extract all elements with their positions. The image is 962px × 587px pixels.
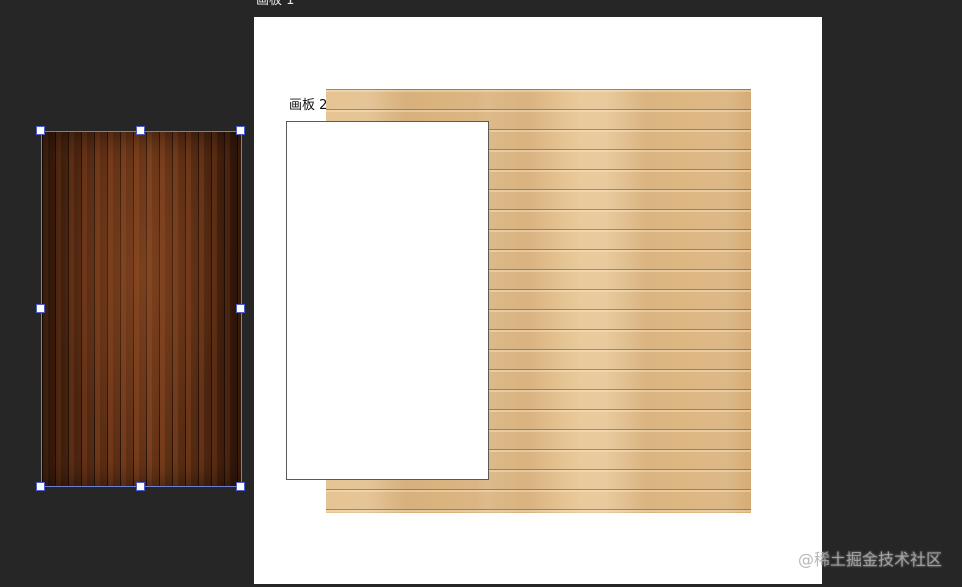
artboard-1-label[interactable]: 画板 1 [256,0,294,8]
resize-handle-bottom-left[interactable] [36,482,45,491]
resize-handle-top-left[interactable] [36,126,45,135]
resize-handle-bottom-center[interactable] [136,482,145,491]
artboard-2[interactable] [286,121,489,480]
resize-handle-bottom-right[interactable] [236,482,245,491]
watermark: @稀土掘金技术社区 [797,550,942,569]
dark-wood-image-layer[interactable] [42,132,241,486]
resize-handle-middle-right[interactable] [236,304,245,313]
resize-handle-middle-left[interactable] [36,304,45,313]
artboard-2-label[interactable]: 画板 2 [289,99,327,113]
resize-handle-top-right[interactable] [236,126,245,135]
resize-handle-top-center[interactable] [136,126,145,135]
